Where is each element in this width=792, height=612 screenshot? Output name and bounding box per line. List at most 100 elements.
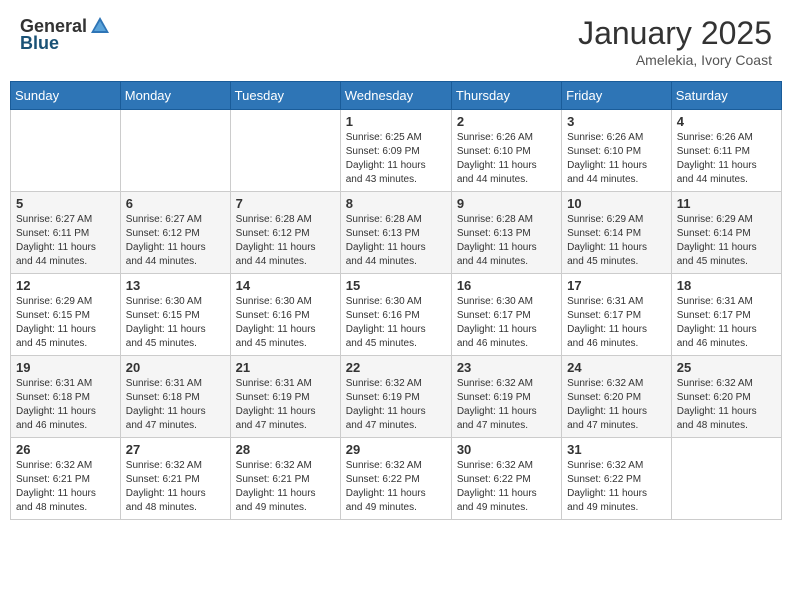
calendar-cell: 28 Sunrise: 6:32 AM Sunset: 6:21 PM Dayli… [230, 438, 340, 520]
day-info: Sunrise: 6:27 AM Sunset: 6:11 PM Dayligh… [16, 213, 115, 269]
day-info: Sunrise: 6:28 AM Sunset: 6:13 PM Dayligh… [457, 213, 556, 269]
calendar-cell: 29Sunrise: 6:32 AM Sunset: 6:22 PM Dayli… [340, 438, 451, 520]
day-number: 28 [236, 442, 335, 457]
calendar-cell: 17 Sunrise: 6:31 AM Sunset: 6:17 PM Dayli… [562, 274, 672, 356]
day-number: 9 [457, 196, 556, 211]
day-info: Sunrise: 6:32 AM Sunset: 6:21 PM Dayligh… [16, 459, 115, 515]
day-number: 26 [16, 442, 115, 457]
day-number: 3 [567, 114, 666, 129]
weekday-sunday: Sunday [11, 82, 121, 110]
day-info: Sunrise: 6:30 AM Sunset: 6:17 PM Dayligh… [457, 295, 556, 351]
day-info: Sunrise: 6:31 AM Sunset: 6:17 PM Dayligh… [567, 295, 666, 351]
calendar-cell [230, 110, 340, 192]
day-info: Sunrise: 6:32 AM Sunset: 6:20 PM Dayligh… [677, 377, 776, 433]
day-info: Sunrise: 6:28 AM Sunset: 6:13 PM Dayligh… [346, 213, 446, 269]
day-info: Sunrise: 6:30 AM Sunset: 6:16 PM Dayligh… [236, 295, 335, 351]
day-number: 11 [677, 196, 776, 211]
subtitle: Amelekia, Ivory Coast [578, 52, 772, 68]
weekday-header-row: SundayMondayTuesdayWednesdayThursdayFrid… [11, 82, 782, 110]
weekday-tuesday: Tuesday [230, 82, 340, 110]
day-number: 14 [236, 278, 335, 293]
calendar-cell: 2 Sunrise: 6:26 AM Sunset: 6:10 PM Daylig… [451, 110, 561, 192]
calendar-cell: 5 Sunrise: 6:27 AM Sunset: 6:11 PM Daylig… [11, 192, 121, 274]
calendar: SundayMondayTuesdayWednesdayThursdayFrid… [10, 81, 782, 520]
calendar-cell: 15 Sunrise: 6:30 AM Sunset: 6:16 PM Dayli… [340, 274, 451, 356]
day-number: 20 [126, 360, 225, 375]
calendar-cell [120, 110, 230, 192]
day-number: 6 [126, 196, 225, 211]
day-number: 12 [16, 278, 115, 293]
calendar-cell: 31 Sunrise: 6:32 AM Sunset: 6:22 PM Dayli… [562, 438, 672, 520]
calendar-cell: 4 Sunrise: 6:26 AM Sunset: 6:11 PM Daylig… [671, 110, 781, 192]
calendar-cell: 25 Sunrise: 6:32 AM Sunset: 6:20 PM Dayli… [671, 356, 781, 438]
week-row-4: 19Sunrise: 6:31 AM Sunset: 6:18 PM Dayli… [11, 356, 782, 438]
day-info: Sunrise: 6:32 AM Sunset: 6:22 PM Dayligh… [346, 459, 446, 515]
day-number: 4 [677, 114, 776, 129]
day-info: Sunrise: 6:27 AM Sunset: 6:12 PM Dayligh… [126, 213, 225, 269]
day-number: 30 [457, 442, 556, 457]
calendar-cell: 23 Sunrise: 6:32 AM Sunset: 6:19 PM Dayli… [451, 356, 561, 438]
weekday-monday: Monday [120, 82, 230, 110]
day-number: 22 [346, 360, 446, 375]
week-row-2: 5 Sunrise: 6:27 AM Sunset: 6:11 PM Daylig… [11, 192, 782, 274]
calendar-cell: 19Sunrise: 6:31 AM Sunset: 6:18 PM Dayli… [11, 356, 121, 438]
day-number: 27 [126, 442, 225, 457]
calendar-cell: 6 Sunrise: 6:27 AM Sunset: 6:12 PM Daylig… [120, 192, 230, 274]
calendar-cell: 22 Sunrise: 6:32 AM Sunset: 6:19 PM Dayli… [340, 356, 451, 438]
day-info: Sunrise: 6:26 AM Sunset: 6:10 PM Dayligh… [567, 131, 666, 187]
calendar-cell [671, 438, 781, 520]
calendar-cell: 11 Sunrise: 6:29 AM Sunset: 6:14 PM Dayli… [671, 192, 781, 274]
day-info: Sunrise: 6:32 AM Sunset: 6:22 PM Dayligh… [567, 459, 666, 515]
day-info: Sunrise: 6:31 AM Sunset: 6:19 PM Dayligh… [236, 377, 335, 433]
calendar-cell: 21Sunrise: 6:31 AM Sunset: 6:19 PM Dayli… [230, 356, 340, 438]
calendar-cell: 12 Sunrise: 6:29 AM Sunset: 6:15 PM Dayli… [11, 274, 121, 356]
day-info: Sunrise: 6:32 AM Sunset: 6:21 PM Dayligh… [236, 459, 335, 515]
calendar-cell: 7Sunrise: 6:28 AM Sunset: 6:12 PM Daylig… [230, 192, 340, 274]
calendar-cell: 26 Sunrise: 6:32 AM Sunset: 6:21 PM Dayli… [11, 438, 121, 520]
day-number: 13 [126, 278, 225, 293]
day-number: 23 [457, 360, 556, 375]
day-info: Sunrise: 6:30 AM Sunset: 6:16 PM Dayligh… [346, 295, 446, 351]
month-title: January 2025 [578, 15, 772, 52]
calendar-cell: 24 Sunrise: 6:32 AM Sunset: 6:20 PM Dayli… [562, 356, 672, 438]
calendar-cell: 9 Sunrise: 6:28 AM Sunset: 6:13 PM Daylig… [451, 192, 561, 274]
weekday-thursday: Thursday [451, 82, 561, 110]
weekday-wednesday: Wednesday [340, 82, 451, 110]
day-number: 15 [346, 278, 446, 293]
calendar-cell: 13Sunrise: 6:30 AM Sunset: 6:15 PM Dayli… [120, 274, 230, 356]
day-info: Sunrise: 6:29 AM Sunset: 6:14 PM Dayligh… [677, 213, 776, 269]
day-info: Sunrise: 6:32 AM Sunset: 6:20 PM Dayligh… [567, 377, 666, 433]
day-number: 1 [346, 114, 446, 129]
day-info: Sunrise: 6:32 AM Sunset: 6:19 PM Dayligh… [457, 377, 556, 433]
header: General Blue January 2025 Amelekia, Ivor… [10, 10, 782, 73]
day-number: 31 [567, 442, 666, 457]
day-info: Sunrise: 6:26 AM Sunset: 6:11 PM Dayligh… [677, 131, 776, 187]
day-info: Sunrise: 6:31 AM Sunset: 6:18 PM Dayligh… [16, 377, 115, 433]
day-number: 7 [236, 196, 335, 211]
day-number: 2 [457, 114, 556, 129]
title-block: January 2025 Amelekia, Ivory Coast [578, 15, 772, 68]
logo-blue-text: Blue [20, 33, 111, 54]
day-info: Sunrise: 6:25 AM Sunset: 6:09 PM Dayligh… [346, 131, 446, 187]
day-info: Sunrise: 6:26 AM Sunset: 6:10 PM Dayligh… [457, 131, 556, 187]
calendar-cell: 3 Sunrise: 6:26 AM Sunset: 6:10 PM Daylig… [562, 110, 672, 192]
day-info: Sunrise: 6:29 AM Sunset: 6:15 PM Dayligh… [16, 295, 115, 351]
day-number: 24 [567, 360, 666, 375]
day-number: 10 [567, 196, 666, 211]
calendar-cell: 20 Sunrise: 6:31 AM Sunset: 6:18 PM Dayli… [120, 356, 230, 438]
day-number: 5 [16, 196, 115, 211]
day-info: Sunrise: 6:32 AM Sunset: 6:21 PM Dayligh… [126, 459, 225, 515]
week-row-5: 26 Sunrise: 6:32 AM Sunset: 6:21 PM Dayli… [11, 438, 782, 520]
calendar-cell: 10Sunrise: 6:29 AM Sunset: 6:14 PM Dayli… [562, 192, 672, 274]
day-info: Sunrise: 6:32 AM Sunset: 6:19 PM Dayligh… [346, 377, 446, 433]
week-row-3: 12 Sunrise: 6:29 AM Sunset: 6:15 PM Dayli… [11, 274, 782, 356]
day-number: 25 [677, 360, 776, 375]
logo: General Blue [20, 15, 111, 54]
day-number: 17 [567, 278, 666, 293]
week-row-1: 1 Sunrise: 6:25 AM Sunset: 6:09 PM Daylig… [11, 110, 782, 192]
day-number: 18 [677, 278, 776, 293]
calendar-cell: 30Sunrise: 6:32 AM Sunset: 6:22 PM Dayli… [451, 438, 561, 520]
calendar-cell: 8Sunrise: 6:28 AM Sunset: 6:13 PM Daylig… [340, 192, 451, 274]
calendar-cell: 16Sunrise: 6:30 AM Sunset: 6:17 PM Dayli… [451, 274, 561, 356]
day-info: Sunrise: 6:31 AM Sunset: 6:18 PM Dayligh… [126, 377, 225, 433]
